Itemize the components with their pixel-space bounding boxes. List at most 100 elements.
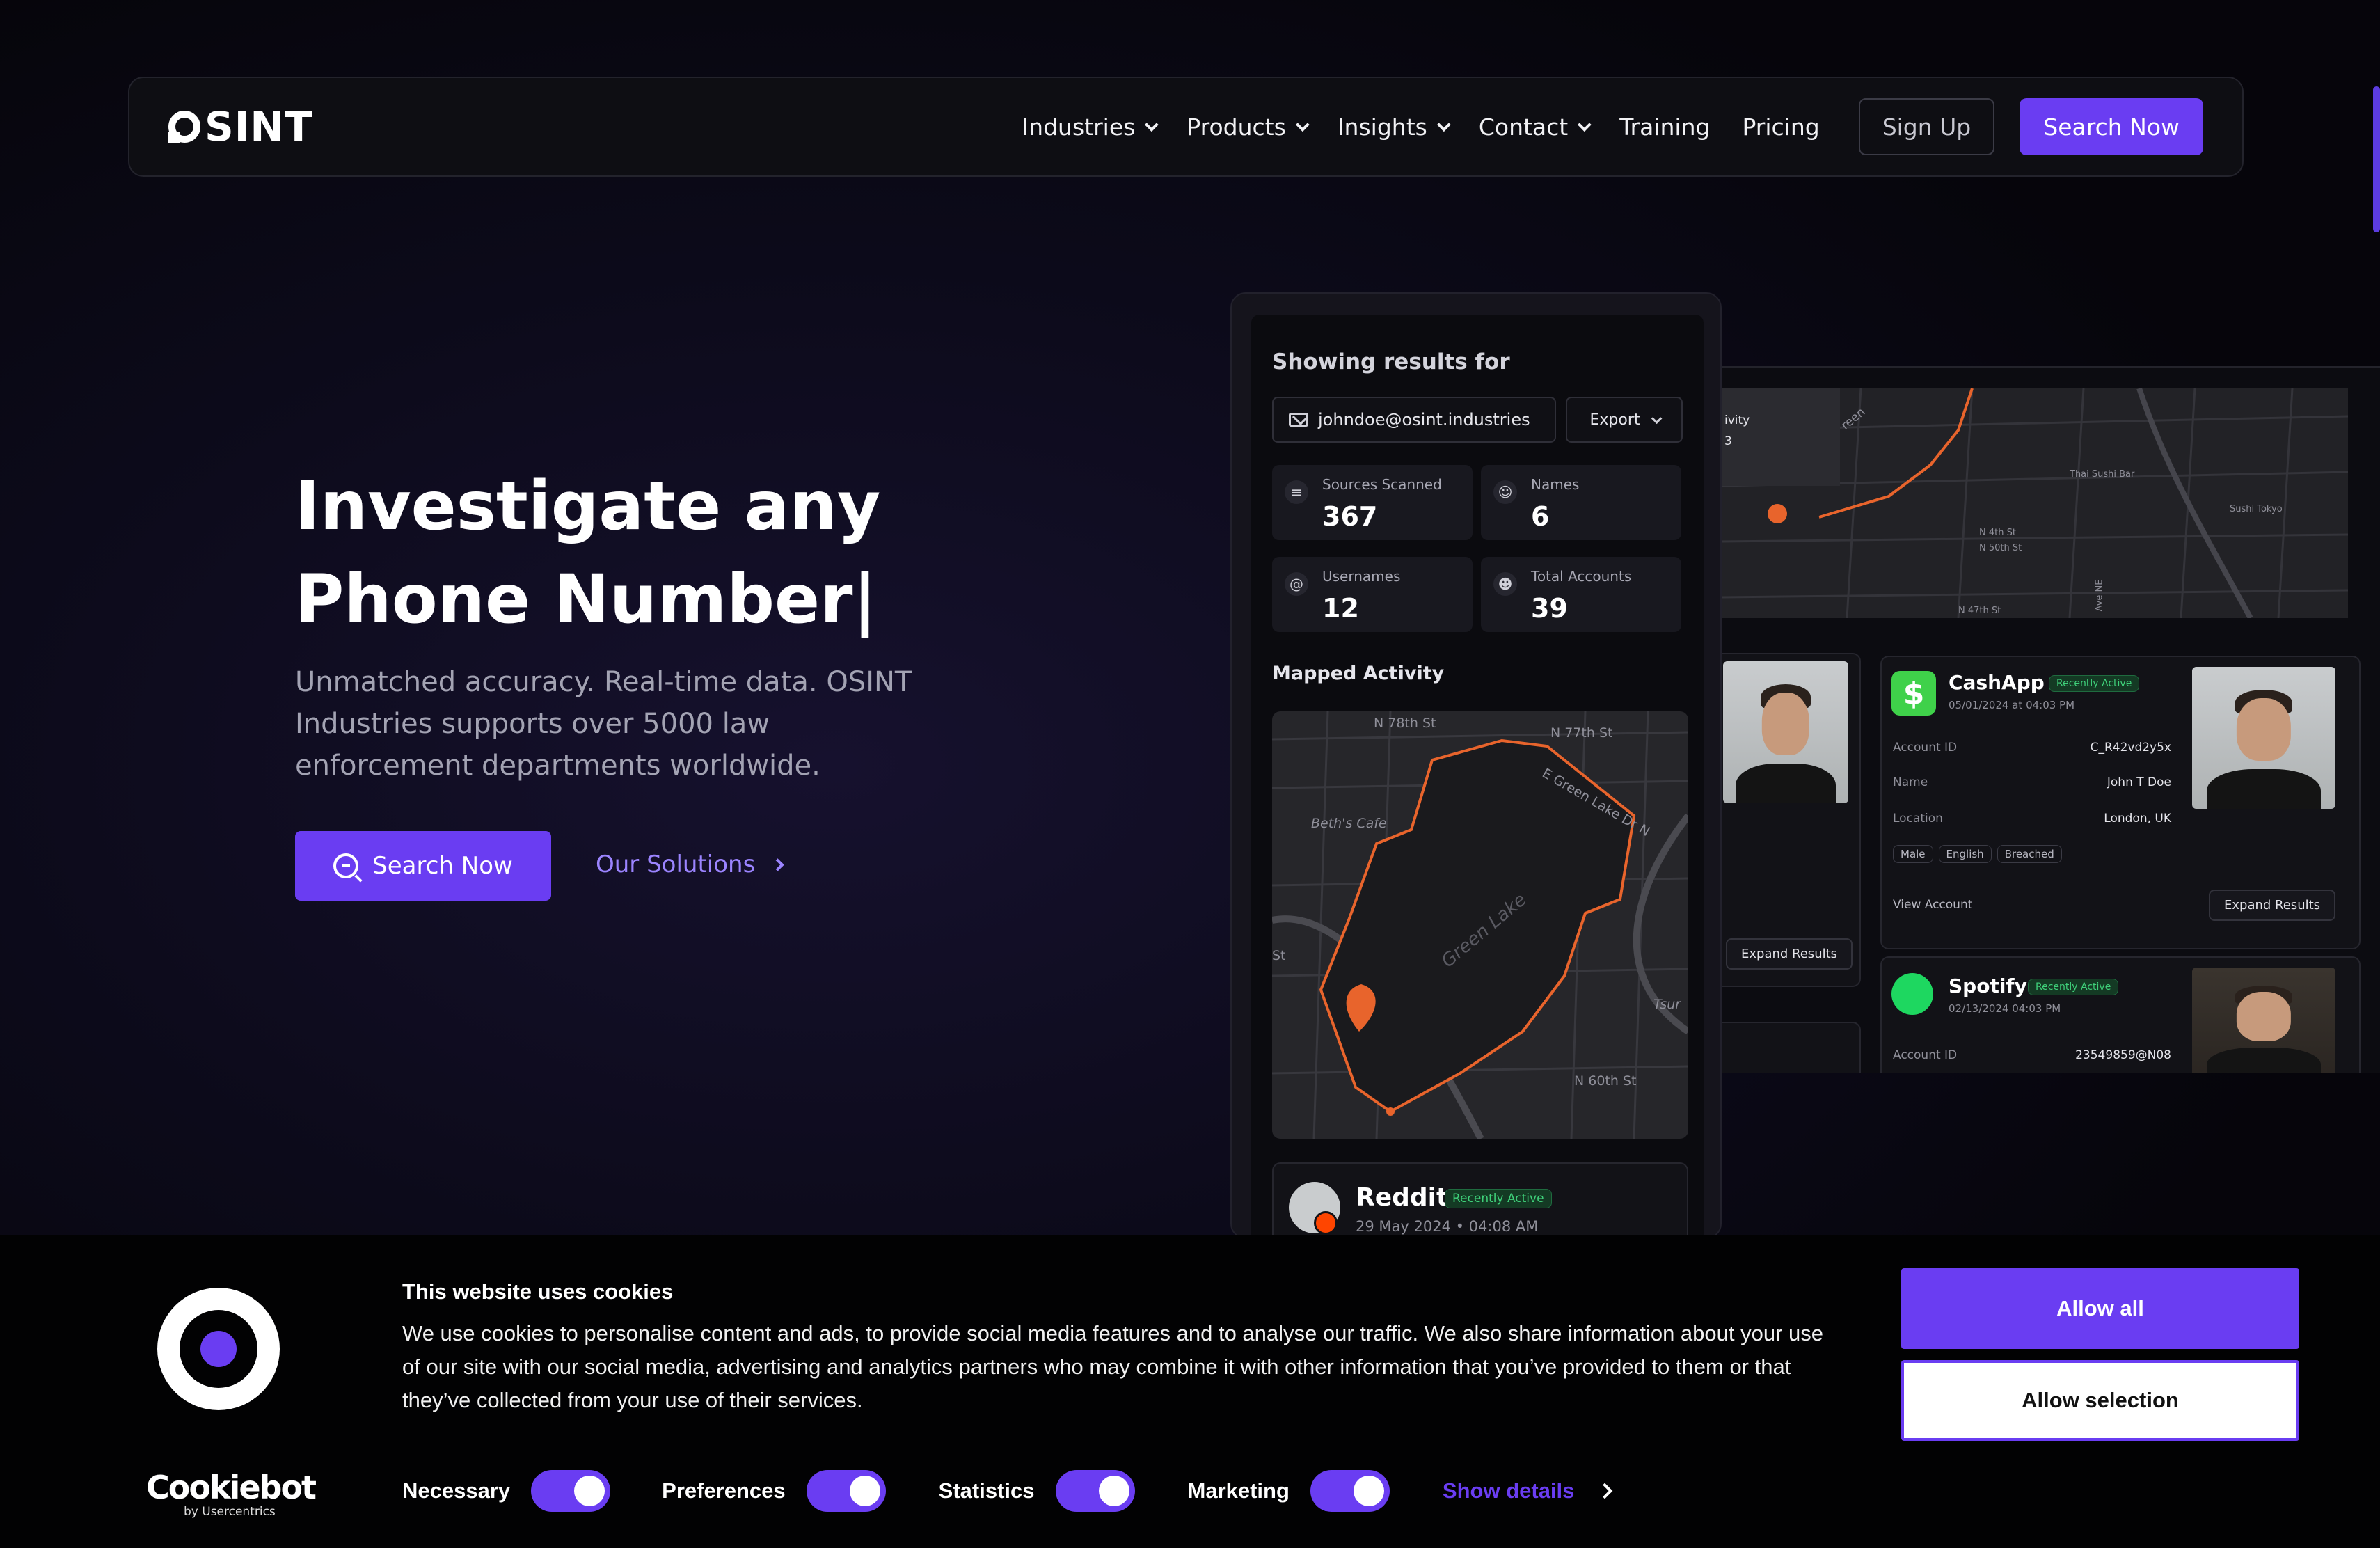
nav-item-industries[interactable]: Industries <box>1022 113 1159 141</box>
nav-item-insights[interactable]: Insights <box>1337 113 1451 141</box>
allow-all-button[interactable]: Allow all <box>1901 1268 2299 1349</box>
logo-tail <box>157 1381 199 1410</box>
scrollbar-thumb[interactable] <box>2373 86 2380 232</box>
tag-pill: Breached <box>1997 845 2062 863</box>
nav-label: Industries <box>1022 113 1136 141</box>
export-label: Export <box>1589 411 1640 429</box>
cashapp-result-card: $ CashApp Recently Active 05/01/2024 at … <box>1880 656 2361 949</box>
stat-label: Sources Scanned <box>1322 476 1442 493</box>
chevron-down-icon <box>1436 118 1451 132</box>
view-account-link[interactable]: View Account <box>1893 898 1972 912</box>
recently-active-badge: Recently Active <box>1445 1189 1552 1208</box>
stat-label: Total Accounts <box>1531 568 1632 585</box>
results-panel: Showing results for johndoe@osint.indust… <box>1251 315 1704 1238</box>
statistics-toggle[interactable] <box>1055 1470 1135 1512</box>
toggle-label: Marketing <box>1187 1478 1290 1503</box>
users-icon: ☻ <box>1493 572 1517 596</box>
necessary-toggle[interactable] <box>531 1470 611 1512</box>
nav-item-training[interactable]: Training <box>1619 113 1710 141</box>
our-solutions-link[interactable]: Our Solutions <box>596 851 785 878</box>
top-navigation: SINT Industries Products Insights Contac… <box>128 77 2244 177</box>
map-roads <box>1722 387 2349 619</box>
cookiebot-wordmark: Cookiebot <box>146 1469 317 1506</box>
field-label: Name <box>1893 775 1928 789</box>
expand-results-button[interactable]: Expand Results <box>2209 890 2336 921</box>
toggle-group-preferences: Preferences <box>662 1470 886 1512</box>
toggle-group-marketing: Marketing <box>1188 1470 1390 1512</box>
activity-date: 29 May 2024 • 04:08 AM <box>1356 1218 1539 1235</box>
hero-title-line-2: Phone Number| <box>295 560 878 638</box>
stat-usernames: @ Usernames 12 <box>1272 557 1473 632</box>
preferences-toggle[interactable] <box>806 1470 886 1512</box>
stat-value: 367 <box>1322 501 1378 532</box>
field-label: Account ID <box>1893 1048 1958 1062</box>
field-value: John T Doe <box>2107 775 2171 789</box>
map-label: Sushi Tokyo <box>2230 504 2283 514</box>
results-preview-back-panel: ivity 3 reen Thai Sushi Bar Sushi Tokyo … <box>1722 366 2380 1073</box>
cookie-consent-banner: Cookiebot by Usercentrics This website u… <box>0 1235 2380 1548</box>
logo-text: SINT <box>205 103 313 150</box>
field-value: 23549859@N08 <box>2075 1048 2171 1062</box>
map-label: N 60th St <box>1574 1073 1637 1089</box>
map-label: N 4th St <box>1979 528 2016 538</box>
search-now-label: Search Now <box>372 852 513 880</box>
toggle-group-statistics: Statistics <box>939 1470 1135 1512</box>
at-icon: @ <box>1285 572 1308 596</box>
account-name: CashApp <box>1949 671 2045 694</box>
toggle-label: Preferences <box>662 1478 786 1503</box>
mapped-activity-map[interactable]: N 78th St N 77th St E Green Lake Dr N Be… <box>1272 711 1688 1139</box>
search-now-nav-button[interactable]: Search Now <box>2020 98 2203 155</box>
recently-active-badge: Recently Active <box>2049 675 2140 692</box>
marketing-toggle[interactable] <box>1310 1470 1390 1512</box>
cookie-description: We use cookies to personalise content an… <box>402 1321 1824 1412</box>
osint-logo[interactable]: SINT <box>168 103 312 150</box>
show-details-label: Show details <box>1442 1478 1575 1503</box>
allow-selection-button[interactable]: Allow selection <box>1901 1360 2299 1441</box>
toggle-group-necessary: Necessary <box>402 1470 611 1512</box>
profile-photo <box>1723 661 1848 803</box>
recently-active-badge: Recently Active <box>2028 979 2119 995</box>
database-icon: ≡ <box>1285 480 1308 504</box>
tag-list: Male English Breached <box>1893 845 2068 863</box>
map-label: N 78th St <box>1374 716 1436 731</box>
sign-up-button[interactable]: Sign Up <box>1858 98 1995 155</box>
stat-names: ☺ Names 6 <box>1481 465 1681 540</box>
profile-photo <box>2192 968 2335 1073</box>
field-value: London, UK <box>2104 812 2171 826</box>
query-value: johndoe@osint.industries <box>1318 410 1530 429</box>
expand-results-button[interactable]: Expand Results <box>1726 938 1853 970</box>
nav-label: Insights <box>1337 113 1427 141</box>
show-details-link[interactable]: Show details <box>1442 1478 1613 1503</box>
export-button[interactable]: Export <box>1566 397 1683 443</box>
hero-title: Investigate any Phone Number| <box>295 459 991 646</box>
nav-item-contact[interactable]: Contact <box>1479 113 1592 141</box>
map-label: Ave NE <box>2094 579 2105 612</box>
mail-icon <box>1289 413 1308 427</box>
spotify-icon <box>1891 973 1933 1015</box>
hero-title-line-1: Investigate any <box>295 467 881 545</box>
partial-result-card: Expand Results <box>1722 653 1861 987</box>
map-label: 3 <box>1724 434 1732 448</box>
toggle-label: Statistics <box>938 1478 1035 1503</box>
stat-sources-scanned: ≡ Sources Scanned 367 <box>1272 465 1473 540</box>
chevron-down-icon <box>1145 118 1159 132</box>
nav-item-products[interactable]: Products <box>1187 113 1310 141</box>
stat-value: 39 <box>1531 593 1568 624</box>
field-label: Account ID <box>1893 741 1958 755</box>
user-search-icon: ☺ <box>1493 480 1517 504</box>
results-preview-front-panel: Showing results for johndoe@osint.indust… <box>1230 292 1722 1239</box>
tag-pill: English <box>1938 845 1992 863</box>
spotify-result-card: Spotify Recently Active 02/13/2024 04:03… <box>1880 956 2361 1073</box>
map-label: Beth's Cafe <box>1311 816 1387 831</box>
stat-value: 12 <box>1322 593 1359 624</box>
stat-label: Usernames <box>1322 568 1401 585</box>
query-field[interactable]: johndoe@osint.industries <box>1272 397 1556 443</box>
activity-date: 05/01/2024 at 04:03 PM <box>1949 699 2075 711</box>
nav-label: Training <box>1619 113 1711 141</box>
cookie-title: This website uses cookies <box>402 1279 674 1304</box>
chevron-right-icon <box>771 858 785 871</box>
search-now-hero-button[interactable]: Search Now <box>295 831 551 901</box>
hero-subtitle: Unmatched accuracy. Real-time data. OSIN… <box>295 666 912 782</box>
nav-item-pricing[interactable]: Pricing <box>1742 113 1819 141</box>
activity-map-small: ivity 3 reen Thai Sushi Bar Sushi Tokyo … <box>1722 387 2349 619</box>
